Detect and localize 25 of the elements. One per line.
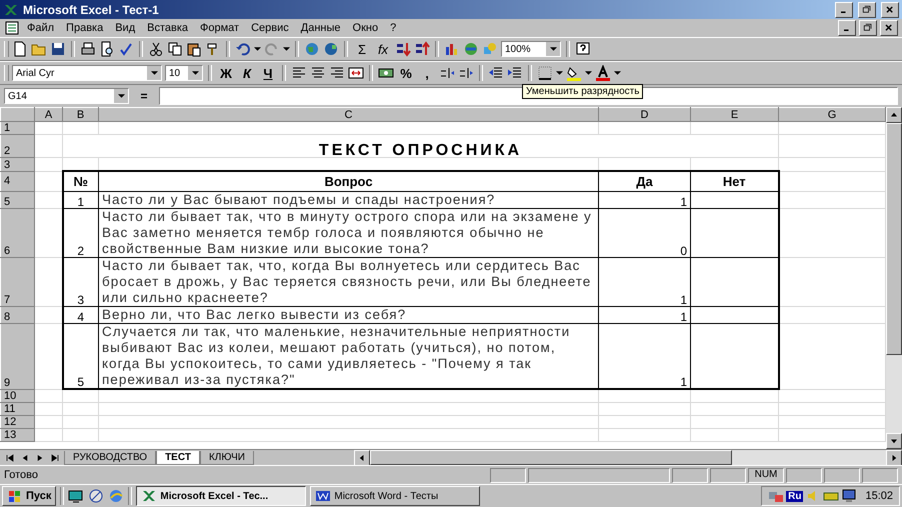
table-cell: 5 — [62, 324, 98, 389]
table-cell: 0 — [598, 208, 690, 258]
table-cell: 2 — [62, 208, 98, 258]
clock: 15:02 — [865, 490, 893, 502]
table-cell: 3 — [62, 258, 98, 306]
table-header-cell: Вопрос — [98, 171, 598, 192]
tooltip: Уменьшить разрядность — [522, 84, 644, 99]
table-cell: Часто ли бывает так, что в минуту острого спора или на экзамене у Вас заметно меняется тембр голоса и появляются обычно не свойственные Вам низкие или высокие тона? — [98, 208, 598, 258]
sheet-title: ТЕКСТ ОПРОСНИКА — [318, 142, 522, 156]
table-cell: 1 — [598, 306, 690, 324]
table-cell: 1 — [598, 324, 690, 389]
table-header-cell: Нет — [690, 171, 778, 192]
table-cell: 4 — [62, 306, 98, 324]
table-cell: Случается ли так, что маленькие, незначительные неприятности выбивают Вас из колеи, мешают работать (учиться), но потом, когда Вы успокоитесь, то сами удивляетесь - "Почему я так переживал из-за пустяка?" — [98, 324, 598, 389]
table-cell: 1 — [62, 192, 98, 208]
table-cell: Часто ли бывает так, что, когда Вы волнуетесь или сердитесь Вас бросает в дрожь, у Вас теряется связность речи, или Вы бледнеете или сильно краснеете? — [98, 258, 598, 306]
table-cell: 1 — [598, 192, 690, 208]
num-lock-indicator: NUM — [748, 468, 784, 482]
table-cell: Часто ли у Вас бывают подъемы и спады настроения? — [98, 192, 598, 208]
table-cell: 1 — [598, 258, 690, 306]
window-title: Microsoft Excel - Тест-1 — [23, 2, 159, 16]
status-text: Готово — [4, 469, 38, 481]
table-cell: Верно ли, что Вас легко вывести из себя? — [98, 306, 598, 324]
table-header-cell: Да — [598, 171, 690, 192]
table-header-cell: № — [62, 171, 98, 192]
